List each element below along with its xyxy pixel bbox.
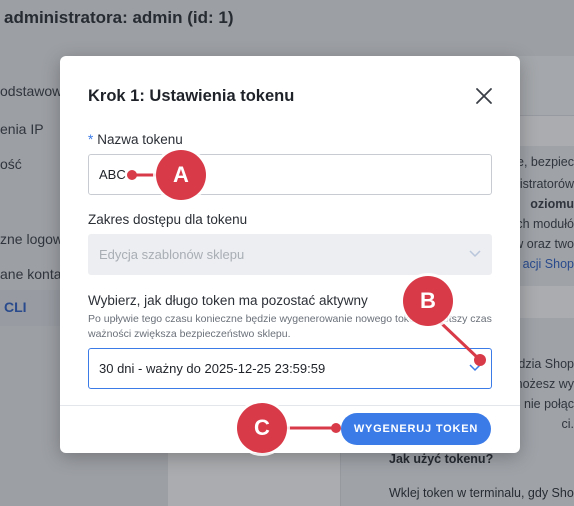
close-icon <box>476 88 492 104</box>
modal-title: Krok 1: Ustawienia tokenu <box>88 87 295 105</box>
validity-label: Wybierz, jak długo token ma pozostać akt… <box>88 293 368 308</box>
callout-marker-a: A <box>156 150 206 200</box>
callout-marker-b: B <box>403 276 453 326</box>
scope-label: Zakres dostępu dla tokenu <box>88 212 248 227</box>
token-name-label-text: Nazwa tokenu <box>97 132 183 147</box>
token-name-label: * Nazwa tokenu <box>88 132 183 147</box>
callout-marker-c: C <box>237 403 287 453</box>
token-settings-modal: Krok 1: Ustawienia tokenu * Nazwa tokenu … <box>60 56 520 453</box>
token-name-input[interactable]: ABC <box>88 154 492 195</box>
validity-select[interactable]: 30 dni - ważny do 2025-12-25 23:59:59 <box>88 348 492 389</box>
scope-select: Edycja szablonów sklepu <box>88 234 492 275</box>
close-button[interactable] <box>474 86 494 106</box>
chevron-down-icon <box>469 250 481 258</box>
token-name-value: ABC <box>99 167 126 182</box>
chevron-down-icon <box>469 364 481 372</box>
modal-footer <box>60 405 520 406</box>
generate-token-button[interactable]: WYGENERUJ TOKEN <box>341 413 491 445</box>
scope-value: Edycja szablonów sklepu <box>99 247 245 262</box>
required-mark: * <box>88 132 94 147</box>
validity-value: 30 dni - ważny do 2025-12-25 23:59:59 <box>99 361 326 376</box>
